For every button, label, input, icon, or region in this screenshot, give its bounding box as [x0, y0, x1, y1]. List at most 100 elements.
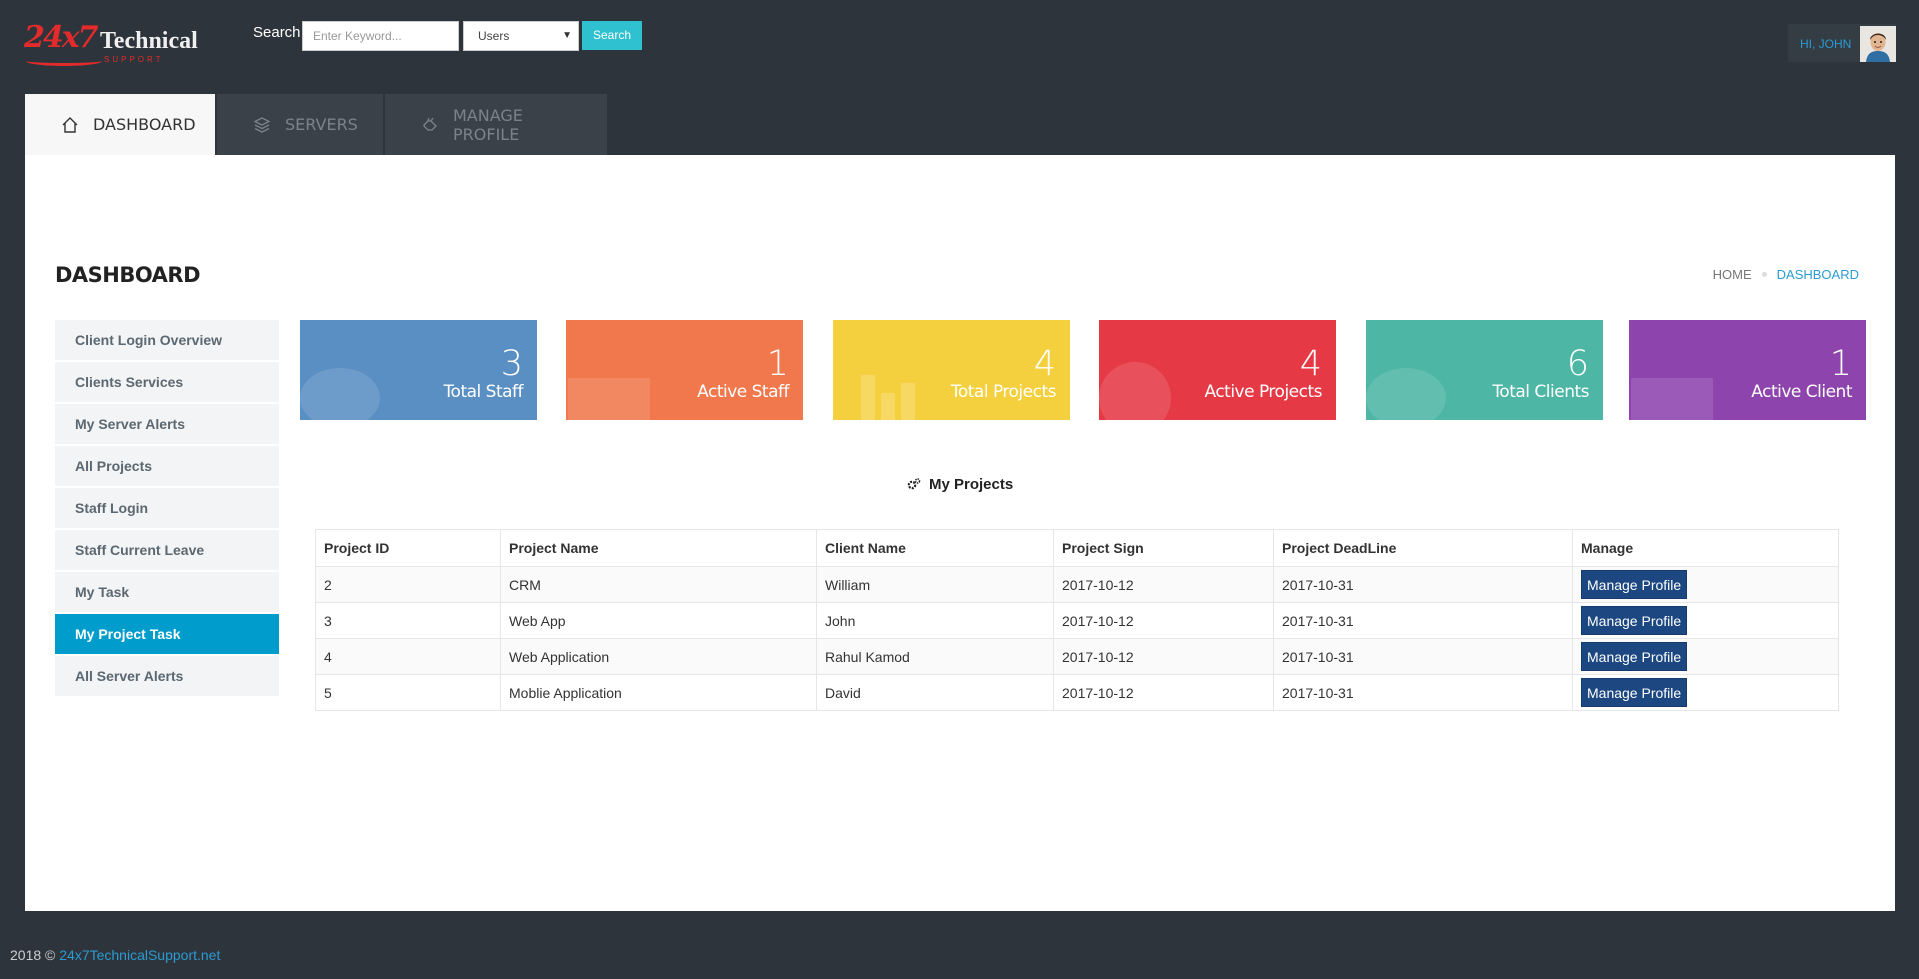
hand-icon: [421, 116, 439, 134]
stat-tile-total-staff[interactable]: 3 Total Staff: [300, 320, 537, 420]
stat-tile-active-projects[interactable]: 4 Active Projects: [1099, 320, 1336, 420]
column-header[interactable]: Project DeadLine: [1273, 529, 1573, 567]
stat-tile-total-projects[interactable]: 4 Total Projects: [833, 320, 1070, 420]
chevron-down-icon: ▼: [562, 30, 572, 41]
user-menu[interactable]: HI, JOHN: [1788, 24, 1896, 62]
user-greeting: HI, JOHN: [1800, 37, 1852, 51]
cell-project-name: Web App: [500, 602, 817, 639]
main-nav-tabs: DASHBOARD SERVERS MANAGE PROFILE: [25, 94, 609, 155]
stats-tiles: 3 Total Staff 1 Active Staff 4 Total Pro…: [300, 320, 1866, 420]
cell-project-name: Moblie Application: [500, 674, 817, 711]
projects-table: Project ID Project Name Client Name Proj…: [315, 529, 1839, 711]
site-logo[interactable]: 24x7 Technical SUPPORT: [24, 18, 198, 68]
cell-manage: Manage Profile: [1572, 566, 1839, 603]
sidebar-item-clients-services[interactable]: Clients Services: [55, 362, 279, 402]
cell-project-id: 3: [315, 602, 501, 639]
sidebar-item-my-task[interactable]: My Task: [55, 572, 279, 612]
breadcrumb-separator: [1761, 272, 1767, 277]
stat-value: 1: [1829, 344, 1852, 384]
cell-project-deadline: 2017-10-31: [1273, 566, 1573, 603]
search-button[interactable]: Search: [582, 21, 642, 50]
breadcrumb: HOME DASHBOARD: [1713, 267, 1859, 282]
gears-icon: [907, 477, 921, 495]
cell-project-deadline: 2017-10-31: [1273, 674, 1573, 711]
manage-profile-button[interactable]: Manage Profile: [1581, 642, 1688, 671]
column-header[interactable]: Project Name: [500, 529, 817, 567]
stat-value: 4: [1033, 344, 1056, 384]
stat-value: 3: [500, 344, 523, 384]
cell-manage: Manage Profile: [1572, 638, 1839, 675]
home-icon: [61, 116, 79, 134]
cell-manage: Manage Profile: [1572, 674, 1839, 711]
sidebar-menu: Client Login Overview Clients Services M…: [55, 320, 279, 698]
manage-profile-button[interactable]: Manage Profile: [1581, 678, 1688, 707]
tab-dashboard[interactable]: DASHBOARD: [25, 94, 215, 155]
cell-project-deadline: 2017-10-31: [1273, 638, 1573, 675]
manage-profile-button[interactable]: Manage Profile: [1581, 606, 1688, 635]
cell-client-name: John: [816, 602, 1054, 639]
cell-client-name: William: [816, 566, 1054, 603]
column-header[interactable]: Project ID: [315, 529, 501, 567]
sidebar-item-staff-current-leave[interactable]: Staff Current Leave: [55, 530, 279, 570]
projects-title-text: My Projects: [928, 476, 1014, 493]
cell-project-sign: 2017-10-12: [1053, 602, 1274, 639]
tab-label: MANAGE PROFILE: [453, 105, 523, 144]
stat-label: Active Client: [1751, 382, 1852, 402]
stat-tile-active-staff[interactable]: 1 Active Staff: [566, 320, 803, 420]
breadcrumb-current: DASHBOARD: [1776, 267, 1859, 282]
footer: 2018 © 24x7TechnicalSupport.net: [10, 947, 220, 963]
card-icon: [1631, 378, 1713, 420]
cell-manage: Manage Profile: [1572, 602, 1839, 639]
cell-project-name: Web Application: [500, 638, 817, 675]
table-row: 3 Web App John 2017-10-12 2017-10-31 Man…: [315, 602, 1839, 639]
stat-tile-active-client[interactable]: 1 Active Client: [1629, 320, 1866, 420]
sidebar-item-client-login-overview[interactable]: Client Login Overview: [55, 320, 279, 360]
tab-servers[interactable]: SERVERS: [217, 94, 383, 155]
column-header[interactable]: Project Sign: [1053, 529, 1274, 567]
search-label: Search: [253, 24, 301, 41]
tab-label: DASHBOARD: [93, 115, 196, 134]
cell-project-deadline: 2017-10-31: [1273, 602, 1573, 639]
chat-bubble-icon: [300, 368, 380, 420]
stat-label: Active Staff: [697, 382, 789, 402]
avatar-image: [1860, 26, 1896, 62]
main-panel: DASHBOARD HOME DASHBOARD Client Login Ov…: [25, 155, 1895, 911]
stat-value: 4: [1299, 344, 1322, 384]
avatar[interactable]: [1860, 26, 1896, 62]
logo-number: 24x7: [24, 20, 99, 55]
table-row: 4 Web Application Rahul Kamod 2017-10-12…: [315, 638, 1839, 675]
top-header: 24x7 Technical SUPPORT Search Users ▼ Se…: [0, 0, 1919, 94]
column-header[interactable]: Client Name: [816, 529, 1054, 567]
breadcrumb-home[interactable]: HOME: [1713, 267, 1752, 282]
logo-swoosh: [26, 56, 102, 66]
cell-project-id: 4: [315, 638, 501, 675]
table-header-row: Project ID Project Name Client Name Proj…: [315, 529, 1839, 567]
page-title: DASHBOARD: [55, 263, 201, 287]
search-category-select[interactable]: Users ▼: [463, 21, 579, 51]
stat-tile-total-clients[interactable]: 6 Total Clients: [1366, 320, 1603, 420]
stat-value: 1: [766, 344, 789, 384]
sidebar-item-my-project-task[interactable]: My Project Task: [55, 614, 279, 654]
chat-bubble-icon: [1366, 368, 1446, 420]
manage-profile-button[interactable]: Manage Profile: [1581, 570, 1688, 599]
stat-label: Active Projects: [1204, 382, 1322, 402]
cell-project-id: 2: [315, 566, 501, 603]
footer-copyright: 2018 ©: [10, 947, 56, 963]
column-header[interactable]: Manage: [1572, 529, 1839, 567]
logo-text: Technical: [100, 28, 198, 54]
tab-manage-profile[interactable]: MANAGE PROFILE: [385, 94, 607, 155]
cell-client-name: Rahul Kamod: [816, 638, 1054, 675]
sidebar-item-all-server-alerts[interactable]: All Server Alerts: [55, 656, 279, 696]
cell-client-name: David: [816, 674, 1054, 711]
cell-project-id: 5: [315, 674, 501, 711]
table-row: 5 Moblie Application David 2017-10-12 20…: [315, 674, 1839, 711]
globe-icon: [1099, 362, 1171, 420]
search-input[interactable]: [302, 21, 459, 51]
table-row: 2 CRM William 2017-10-12 2017-10-31 Mana…: [315, 566, 1839, 603]
layers-icon: [253, 116, 271, 134]
footer-site-link[interactable]: 24x7TechnicalSupport.net: [59, 947, 220, 963]
card-icon: [568, 378, 650, 420]
stat-label: Total Clients: [1492, 382, 1589, 402]
bar-chart-icon: [861, 375, 915, 420]
sidebar-item-my-server-alerts[interactable]: My Server Alerts: [55, 404, 279, 444]
